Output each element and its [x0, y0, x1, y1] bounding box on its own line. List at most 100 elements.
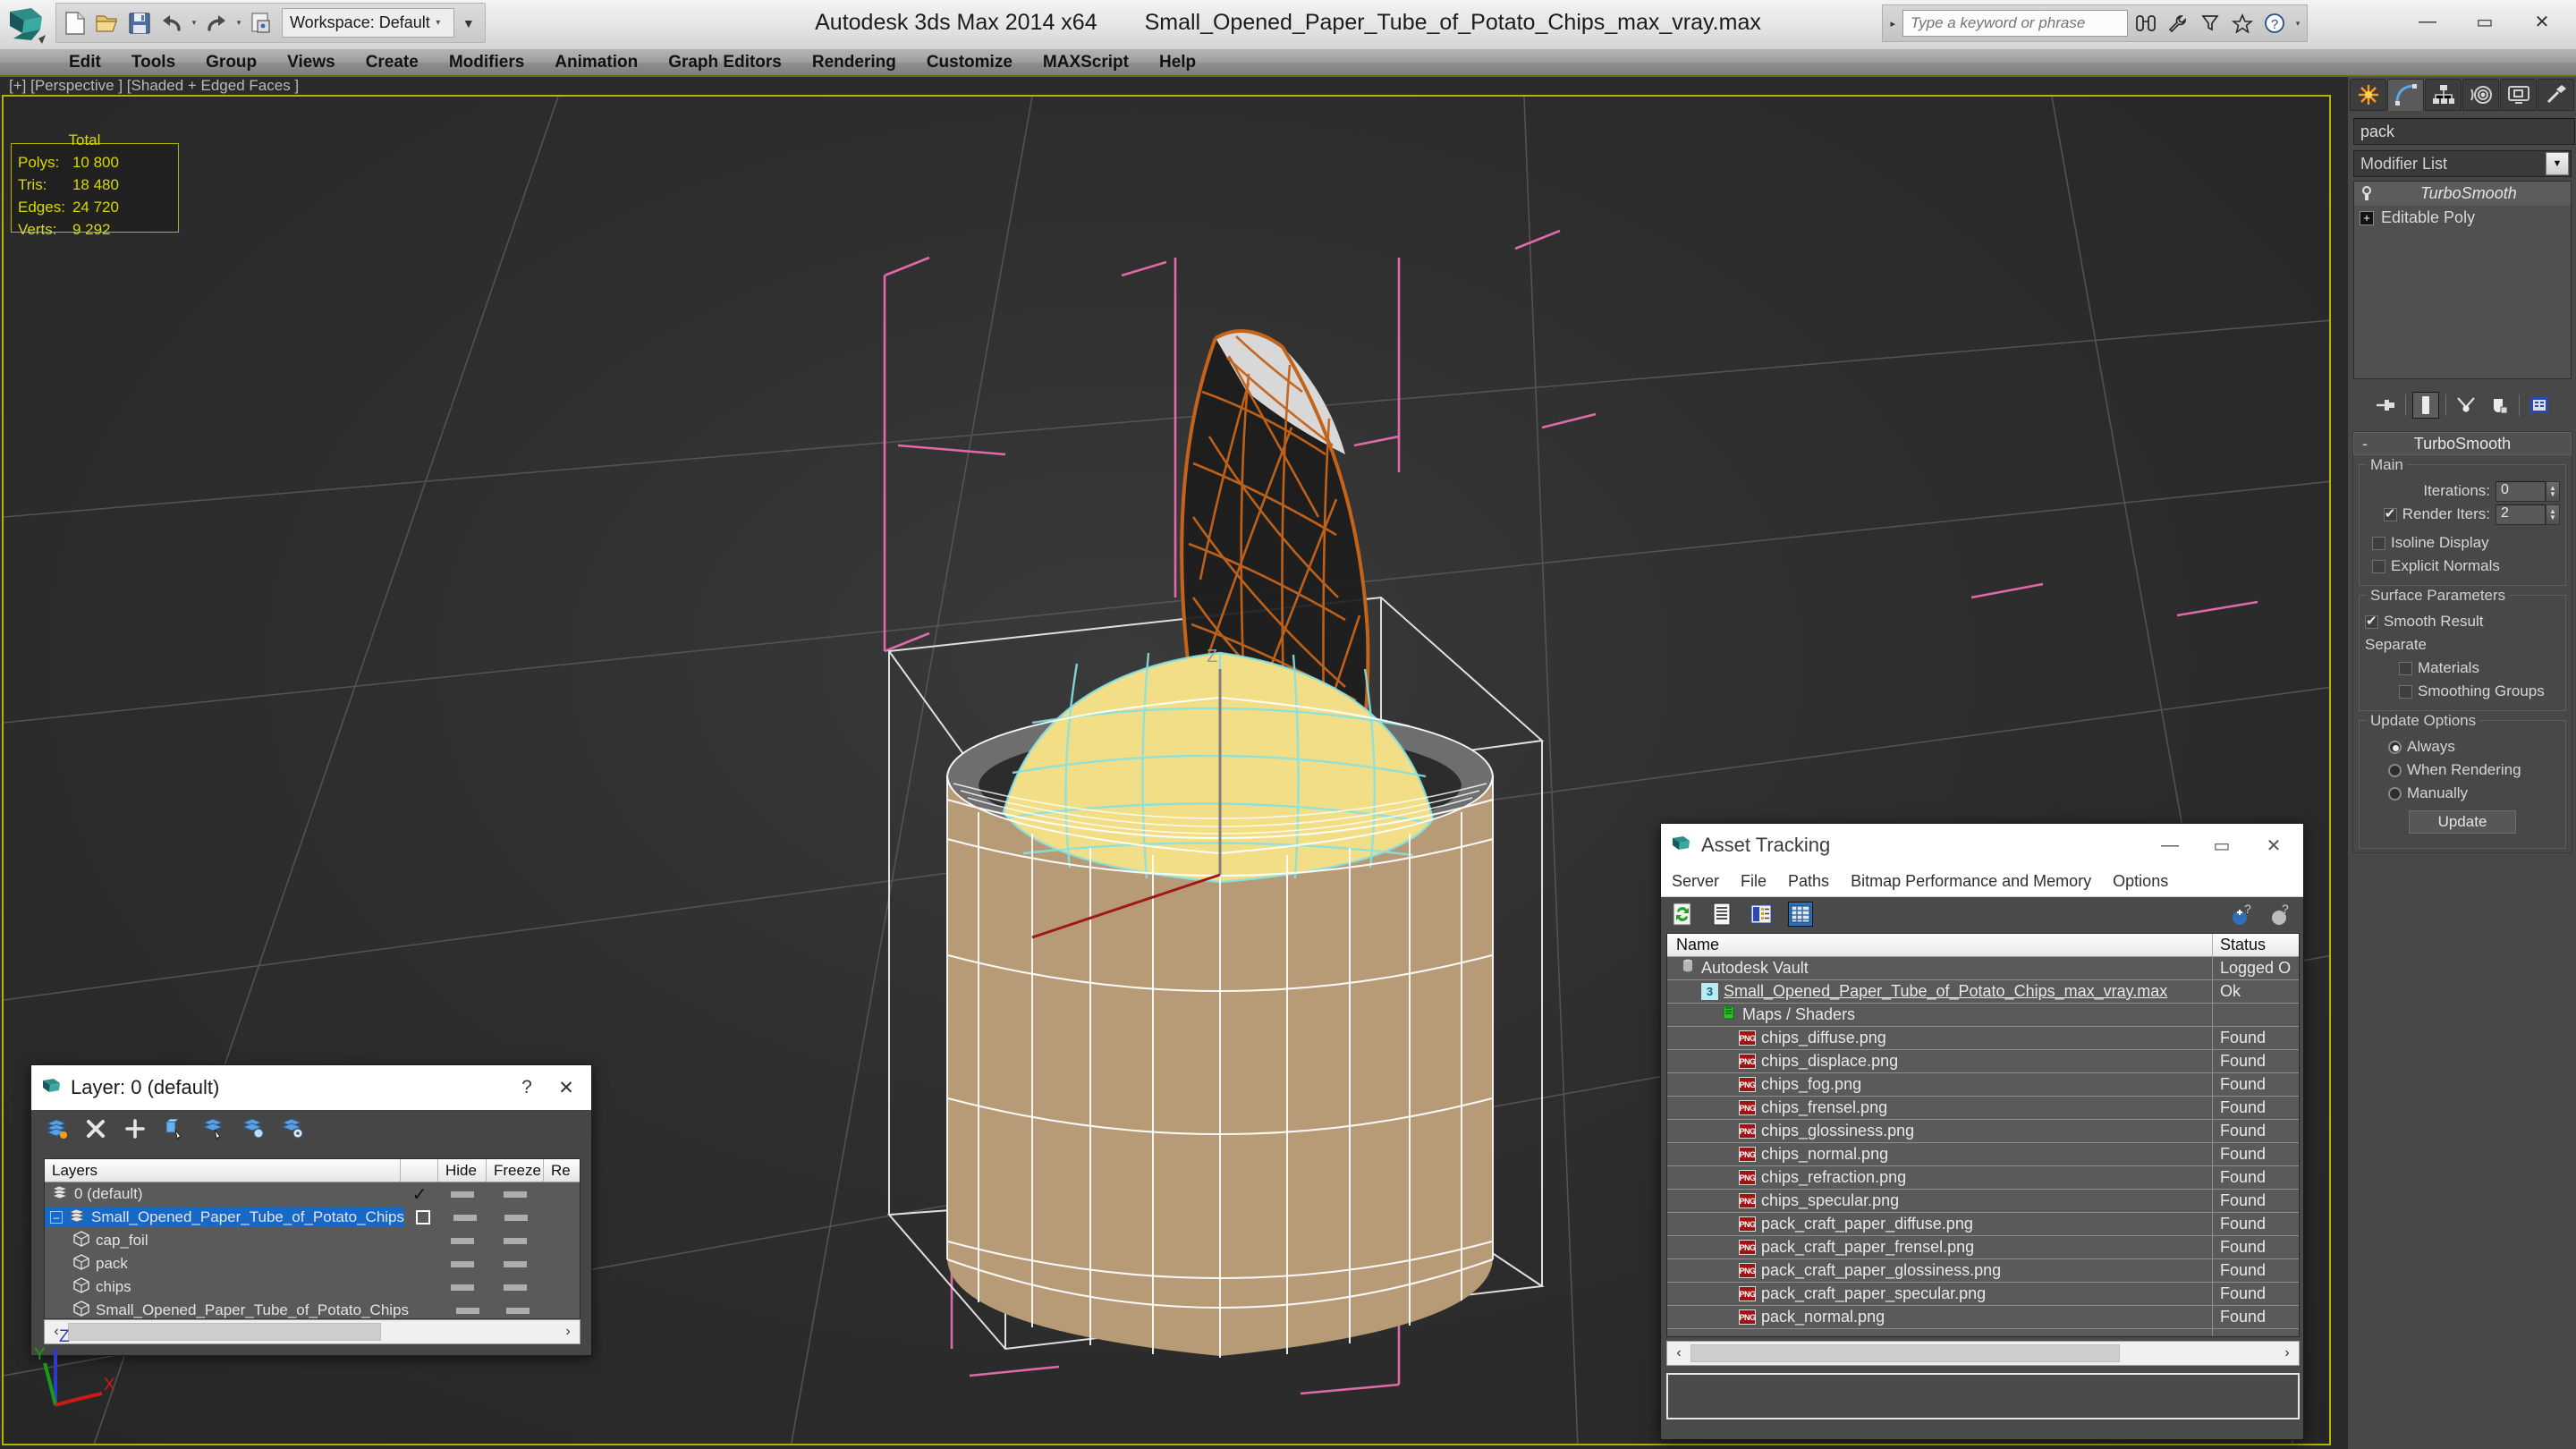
add-selection-to-layer-icon[interactable] [123, 1116, 148, 1141]
collapse-icon[interactable]: – [50, 1211, 63, 1224]
help-icon[interactable]: ? [2260, 9, 2289, 38]
modify-tab[interactable] [2387, 79, 2424, 111]
layer-row[interactable]: pack [45, 1252, 580, 1275]
expand-icon[interactable]: + [2360, 210, 2374, 225]
asset-name-cell[interactable]: PNG chips_specular.png [1667, 1190, 2213, 1212]
asset-row[interactable]: PNG pack_normal.png Found [1667, 1306, 2299, 1329]
layer-row-name-cell[interactable]: – Small_Opened_Paper_Tube_of_Potato_Chip… [45, 1208, 405, 1227]
freeze-cell[interactable] [487, 1260, 544, 1267]
menu-rendering[interactable]: Rendering [797, 49, 911, 76]
asset-name-cell[interactable]: PNG pack_craft_paper_specular.png [1667, 1283, 2213, 1305]
at-menu-bitmap-performance[interactable]: Bitmap Performance and Memory [1851, 872, 2091, 891]
scroll-right-icon[interactable]: › [556, 1324, 580, 1340]
list-view-icon[interactable] [1709, 902, 1734, 927]
asset-name-cell[interactable]: PNG pack_craft_paper_frensel.png [1667, 1236, 2213, 1258]
asset-row[interactable]: PNG chips_frensel.png Found [1667, 1097, 2299, 1120]
update-always-radio[interactable] [2388, 740, 2402, 754]
asset-name-cell[interactable]: PNG pack_normal.png [1667, 1306, 2213, 1328]
update-when-rendering-radio[interactable] [2388, 763, 2402, 777]
iterations-spinner[interactable]: 0 ▲ ▼ [2496, 480, 2560, 502]
hierarchy-tab[interactable] [2425, 79, 2462, 111]
pin-stack-icon[interactable] [2372, 392, 2399, 419]
column-layers[interactable]: Layers [45, 1159, 401, 1182]
asset-row[interactable]: PNG pack_craft_paper_diffuse.png Found [1667, 1213, 2299, 1236]
menu-help[interactable]: Help [1144, 49, 1211, 76]
asset-row[interactable]: PNG chips_refraction.png Found [1667, 1166, 2299, 1190]
layer-active-check-icon[interactable]: ✓ [401, 1183, 438, 1206]
freeze-cell[interactable] [491, 1307, 546, 1314]
search-expand-icon[interactable]: ▸ [1886, 18, 1899, 30]
rollout-collapse-icon[interactable]: - [2354, 435, 2376, 453]
layer-row-name-cell[interactable]: 0 (default) [45, 1184, 401, 1204]
asset-row[interactable]: PNG chips_diffuse.png Found [1667, 1027, 2299, 1050]
menu-maxscript[interactable]: MAXScript [1028, 49, 1144, 76]
modifier-stack-item-turbosmooth[interactable]: TurboSmooth [2354, 182, 2571, 206]
asset-name-cell[interactable]: PNG pack_craft_paper_diffuse.png [1667, 1213, 2213, 1235]
hide-cell[interactable] [438, 1260, 487, 1267]
update-manually-radio[interactable] [2388, 786, 2402, 801]
separate-materials-checkbox[interactable] [2399, 661, 2412, 675]
asset-name-cell[interactable]: PNG pack_craft_paper_glossiness.png [1667, 1259, 2213, 1282]
asset-row[interactable]: PNG chips_fog.png Found [1667, 1073, 2299, 1097]
update-always-row[interactable]: Always [2365, 735, 2560, 758]
hide-cell[interactable] [438, 1237, 487, 1244]
scroll-left-icon[interactable]: ‹ [1667, 1345, 1690, 1361]
close-button[interactable]: ✕ [2513, 4, 2571, 39]
layer-properties-icon[interactable] [280, 1116, 305, 1141]
spinner-arrows-icon[interactable]: ▲ ▼ [2546, 480, 2560, 502]
asset-row[interactable]: 3 Small_Opened_Paper_Tube_of_Potato_Chip… [1667, 980, 2299, 1004]
chevron-down-icon[interactable]: ▼ [2546, 152, 2569, 175]
asset-name-cell[interactable]: PNG chips_normal.png [1667, 1143, 2213, 1165]
asset-name-cell[interactable]: Maps / Shaders [1667, 1004, 2213, 1026]
freeze-cell[interactable] [487, 1284, 544, 1291]
asset-row[interactable]: PNG pack_craft_paper_specular.png Found [1667, 1283, 2299, 1306]
highlight-selected-objects-icon[interactable] [241, 1116, 266, 1141]
asset-name-cell[interactable]: PNG chips_frensel.png [1667, 1097, 2213, 1119]
layer-row-name-cell[interactable]: cap_foil [45, 1230, 401, 1250]
column-freeze[interactable]: Freeze [487, 1159, 544, 1182]
asset-row[interactable]: PNG chips_normal.png Found [1667, 1143, 2299, 1166]
at-menu-paths[interactable]: Paths [1788, 872, 1829, 891]
remove-modifier-icon[interactable] [2486, 392, 2512, 419]
asset-name-cell[interactable]: 3 Small_Opened_Paper_Tube_of_Potato_Chip… [1667, 980, 2213, 1003]
utilities-tab[interactable] [2538, 79, 2574, 111]
wrench-icon[interactable] [2164, 9, 2192, 38]
layer-dialog-help-button[interactable]: ? [507, 1070, 547, 1106]
column-name[interactable]: Name [1667, 934, 2213, 956]
modifier-stack-item-editable-poly[interactable]: + Editable Poly [2354, 206, 2571, 230]
hide-cell[interactable] [445, 1307, 491, 1314]
asset-name-cell[interactable]: PNG chips_displace.png [1667, 1050, 2213, 1072]
asset-row[interactable]: PNG pack_craft_paper_glossiness.png Foun… [1667, 1259, 2299, 1283]
column-onoff[interactable] [401, 1159, 438, 1182]
search-input[interactable] [1902, 10, 2128, 37]
menu-graph-editors[interactable]: Graph Editors [653, 49, 797, 76]
viewport-label[interactable]: [+] [Perspective ] [Shaded + Edged Faces… [9, 77, 299, 95]
maximize-button[interactable]: ▭ [2456, 4, 2513, 39]
help-dropdown-icon[interactable]: ▾ [2292, 8, 2303, 38]
layer-row[interactable]: cap_foil [45, 1229, 580, 1252]
asset-name-cell[interactable]: Autodesk Vault [1667, 957, 2213, 979]
delete-layer-icon[interactable] [83, 1116, 108, 1141]
select-highlighted-objects-icon[interactable] [201, 1116, 226, 1141]
spinner-arrows-icon[interactable]: ▲ ▼ [2546, 504, 2560, 525]
iterations-value[interactable]: 0 [2496, 480, 2546, 502]
help-icon[interactable]: ? [2269, 902, 2294, 927]
explicit-normals-checkbox[interactable] [2372, 559, 2385, 573]
rollout-header[interactable]: - TurboSmooth [2353, 432, 2572, 455]
configure-sets-icon[interactable] [2526, 392, 2553, 419]
update-button[interactable]: Update [2409, 810, 2516, 834]
menu-modifiers[interactable]: Modifiers [434, 49, 539, 76]
column-status[interactable]: Status [2213, 934, 2299, 956]
binoculars-icon[interactable] [2131, 9, 2160, 38]
scroll-right-icon[interactable]: › [2275, 1345, 2299, 1361]
menu-customize[interactable]: Customize [911, 49, 1028, 76]
render-iters-value[interactable]: 2 [2496, 504, 2546, 525]
layer-row[interactable]: Small_Opened_Paper_Tube_of_Potato_Chips [45, 1299, 580, 1318]
menu-create[interactable]: Create [351, 49, 434, 76]
grid-view-icon[interactable] [1788, 902, 1813, 927]
asset-row[interactable]: PNG chips_specular.png Found [1667, 1190, 2299, 1213]
object-name-input[interactable] [2353, 118, 2575, 145]
layer-row-name-cell[interactable]: chips [45, 1276, 401, 1297]
asset-name-cell[interactable]: PNG chips_fog.png [1667, 1073, 2213, 1096]
update-manually-row[interactable]: Manually [2365, 782, 2560, 805]
